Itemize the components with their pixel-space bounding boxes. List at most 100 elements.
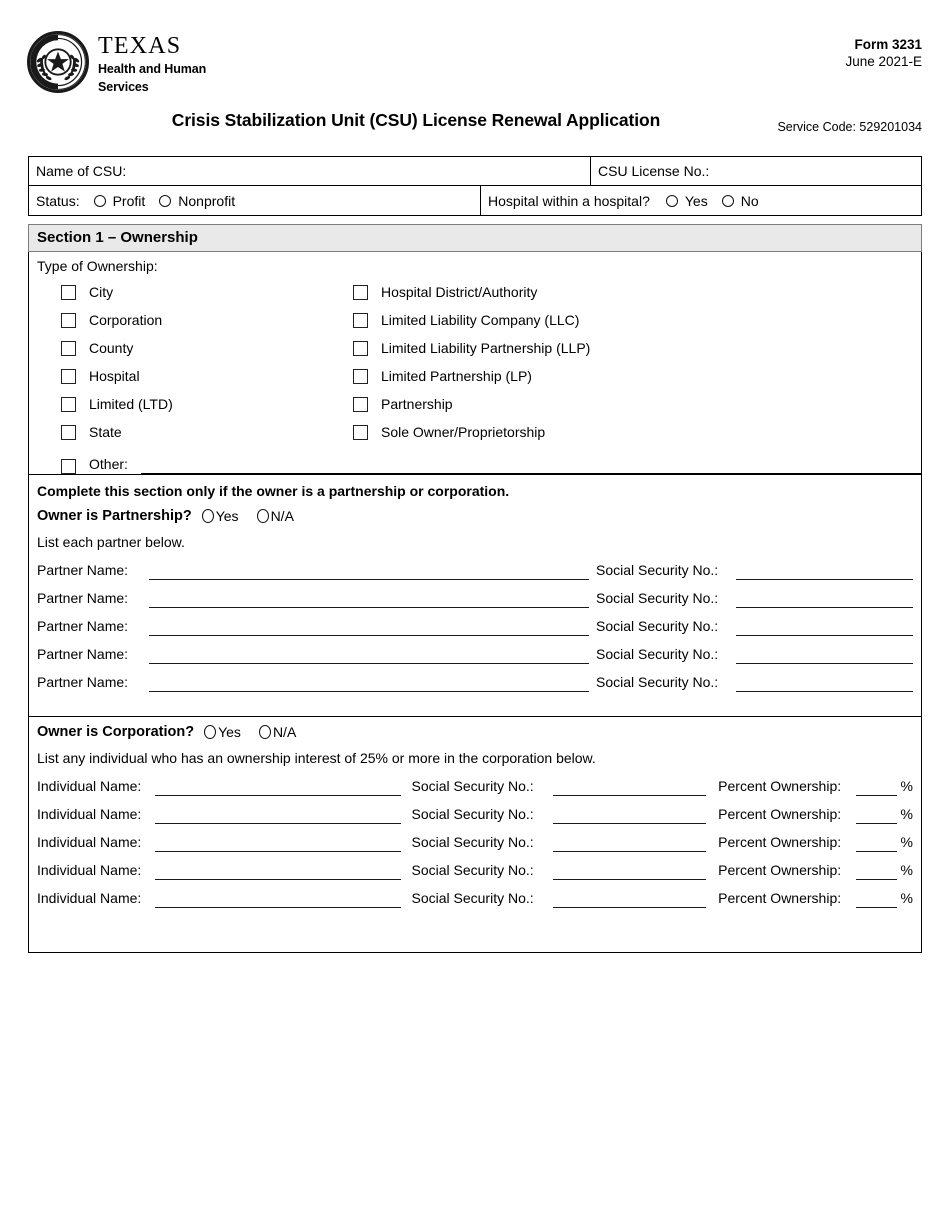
partner-name-label: Partner Name:	[37, 562, 129, 578]
checkbox-row-city[interactable]: City	[37, 278, 329, 306]
partner-ssn-input[interactable]	[736, 614, 913, 636]
percent-ownership-input[interactable]	[855, 774, 897, 796]
checkbox-county-icon[interactable]	[61, 340, 76, 356]
corporation-section-spacer	[29, 908, 921, 952]
individual-ssn-input[interactable]	[553, 886, 707, 908]
checkbox-row-lp[interactable]: Limited Partnership (LP)	[329, 362, 749, 390]
checkbox-partnership-icon[interactable]	[353, 396, 368, 412]
percent-ownership-input[interactable]	[855, 886, 897, 908]
individual-ssn-input[interactable]	[553, 774, 707, 796]
csu-license-label: CSU License No.:	[598, 163, 710, 179]
partner-ssn-label: Social Security No.:	[596, 618, 719, 634]
checkbox-hospital-district-icon[interactable]	[353, 284, 368, 300]
checkbox-sole-owner-icon[interactable]	[353, 424, 368, 440]
individual-name-input[interactable]	[155, 802, 402, 824]
radio-nonprofit-icon[interactable]	[159, 194, 172, 207]
hospital-option-no[interactable]: No	[721, 193, 759, 209]
corporation-question-row: Owner is Corporation? Yes N/A	[29, 717, 921, 744]
status-option-nonprofit[interactable]: Nonprofit	[159, 193, 235, 209]
checkbox-lp-icon[interactable]	[353, 368, 368, 384]
table-row-name: Name of CSU: CSU License No.:	[29, 157, 921, 186]
status-option-profit-label: Profit	[112, 192, 146, 209]
checkbox-limited-ltd-icon[interactable]	[61, 396, 76, 412]
individual-name-input[interactable]	[155, 886, 402, 908]
checkbox-llp-icon[interactable]	[353, 340, 368, 356]
other-text-input[interactable]	[140, 454, 921, 474]
percent-ownership-label: Percent Ownership:	[718, 778, 842, 794]
hhs-logo-text: TEXAS Health and Human Services	[98, 31, 206, 94]
partner-ssn-input[interactable]	[736, 670, 913, 692]
status-option-profit[interactable]: Profit	[93, 192, 146, 209]
partner-ssn-input[interactable]	[736, 642, 913, 664]
individual-name-input[interactable]	[155, 858, 402, 880]
corporation-question-label: Owner is Corporation?	[37, 724, 195, 740]
checkbox-city-icon[interactable]	[61, 284, 76, 300]
partnership-option-yes[interactable]: Yes	[201, 508, 239, 524]
partner-ssn-input[interactable]	[736, 586, 913, 608]
individual-ssn-label: Social Security No.:	[411, 834, 534, 850]
checkbox-limited-ltd-label: Limited (LTD)	[89, 396, 173, 412]
partner-name-input[interactable]	[149, 586, 589, 608]
individual-name-input[interactable]	[155, 830, 402, 852]
service-code: Service Code: 529201034	[777, 120, 922, 134]
checkbox-llc-icon[interactable]	[353, 312, 368, 328]
checkbox-row-state[interactable]: State	[37, 418, 329, 446]
checkbox-row-other[interactable]: Other:	[29, 446, 921, 474]
individual-ssn-input[interactable]	[553, 830, 707, 852]
percent-ownership-input[interactable]	[855, 802, 897, 824]
radio-partnership-yes-icon[interactable]	[201, 509, 214, 523]
page-header: TEXAS Health and Human Services Form 323…	[0, 0, 950, 110]
checkbox-hospital-district-label: Hospital District/Authority	[381, 284, 538, 300]
checkbox-row-llc[interactable]: Limited Liability Company (LLC)	[329, 306, 749, 334]
radio-profit-icon[interactable]	[93, 194, 106, 207]
radio-partnership-na-icon[interactable]	[256, 509, 269, 523]
checkbox-row-limited-ltd[interactable]: Limited (LTD)	[37, 390, 329, 418]
partner-name-label: Partner Name:	[37, 674, 129, 690]
partner-name-input[interactable]	[149, 614, 589, 636]
percent-ownership-input[interactable]	[855, 830, 897, 852]
corporation-option-yes[interactable]: Yes	[204, 724, 241, 740]
partner-ssn-label: Social Security No.:	[596, 562, 719, 578]
partner-row: Partner Name: Social Security No.:	[29, 608, 921, 636]
percent-sign: %	[900, 862, 913, 878]
checkbox-row-sole-owner[interactable]: Sole Owner/Proprietorship	[329, 418, 749, 446]
partner-ssn-label: Social Security No.:	[596, 590, 719, 606]
partner-name-label: Partner Name:	[37, 590, 129, 606]
individual-name-input[interactable]	[155, 774, 402, 796]
individual-row: Individual Name: Social Security No.: Pe…	[29, 852, 921, 880]
checkbox-row-partnership[interactable]: Partnership	[329, 390, 749, 418]
corporation-option-na[interactable]: N/A	[258, 724, 296, 740]
radio-corporation-na-icon[interactable]	[258, 725, 271, 739]
partnership-option-yes-label: Yes	[215, 508, 239, 524]
partner-name-input[interactable]	[149, 558, 589, 580]
percent-ownership-input[interactable]	[855, 858, 897, 880]
checkbox-row-llp[interactable]: Limited Liability Partnership (LLP)	[329, 334, 749, 362]
checkbox-corporation-icon[interactable]	[61, 312, 76, 328]
partner-name-input[interactable]	[149, 642, 589, 664]
radio-hospital-yes-icon[interactable]	[665, 194, 678, 207]
checkbox-state-icon[interactable]	[61, 424, 76, 440]
radio-corporation-yes-icon[interactable]	[204, 725, 217, 739]
partner-ssn-input[interactable]	[736, 558, 913, 580]
radio-hospital-no-icon[interactable]	[721, 194, 734, 207]
csu-name-cell[interactable]: Name of CSU:	[29, 157, 590, 185]
checkbox-row-county[interactable]: County	[37, 334, 329, 362]
individual-ssn-input[interactable]	[553, 802, 707, 824]
individual-ssn-input[interactable]	[553, 858, 707, 880]
checkbox-other-icon[interactable]	[61, 459, 76, 474]
partner-name-input[interactable]	[149, 670, 589, 692]
partnership-option-na[interactable]: N/A	[256, 508, 294, 524]
hospital-option-yes[interactable]: Yes	[665, 193, 708, 209]
percent-ownership-label: Percent Ownership:	[718, 890, 842, 906]
checkbox-row-hospital[interactable]: Hospital	[37, 362, 329, 390]
checkbox-row-corporation[interactable]: Corporation	[37, 306, 329, 334]
csu-license-cell[interactable]: CSU License No.:	[590, 157, 921, 185]
section-1-body: Type of Ownership: City Corporation Coun…	[28, 252, 922, 953]
logo-line2: Health and Human	[98, 62, 207, 76]
partner-row: Partner Name: Social Security No.:	[29, 552, 921, 580]
percent-sign: %	[900, 890, 913, 906]
table-row-status: Status: Profit Nonprofit Hospital within…	[29, 186, 921, 215]
checkbox-hospital-icon[interactable]	[61, 368, 76, 384]
checkbox-row-hospital-district[interactable]: Hospital District/Authority	[329, 278, 749, 306]
partnership-subsection: Complete this section only if the owner …	[29, 474, 921, 716]
